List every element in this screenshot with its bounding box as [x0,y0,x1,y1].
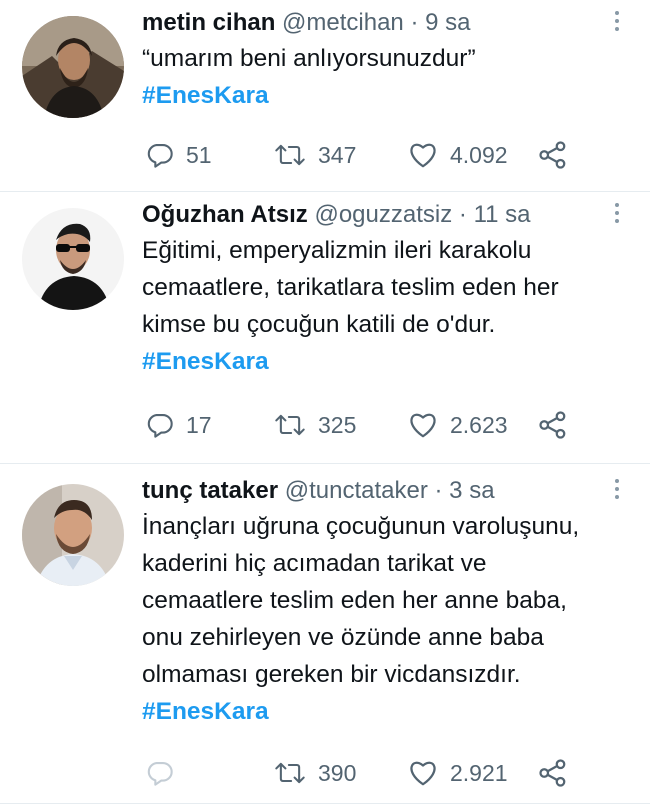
hashtag-link[interactable]: #EnesKara [142,77,630,114]
more-options-icon[interactable] [610,198,624,228]
heart-icon [408,759,438,787]
retweet-button[interactable]: 347 [274,135,356,175]
tweet-line: kaderini hiç acımadan tarikat ve [142,550,487,577]
reply-button[interactable] [146,753,186,793]
heart-icon [408,141,438,169]
like-count: 2.623 [450,411,508,438]
reply-count: 17 [186,411,212,438]
tweet-actions: 390 2.921 [142,753,582,793]
more-options-icon[interactable] [610,6,624,36]
display-name[interactable]: tunç tataker [142,477,278,504]
timestamp[interactable]: 11 sa [474,201,531,228]
tweet-3[interactable]: tunç tataker @tunctataker · 3 sa İnançla… [0,464,650,804]
retweet-count: 390 [318,759,357,786]
tweet-line: “umarım beni anlıyorsunuzdur” [142,45,476,72]
share-button[interactable] [538,405,568,445]
avatar[interactable] [22,16,124,118]
like-count: 4.092 [450,141,508,168]
retweet-count: 325 [318,411,357,438]
tweet-2[interactable]: Oğuzhan Atsız @oguzzatsiz · 11 sa Eğitim… [0,192,650,464]
share-icon [538,410,568,440]
share-button[interactable] [538,135,568,175]
user-handle[interactable]: @oguzzatsiz [314,201,452,228]
reply-icon [146,759,174,787]
tweet-line: kimse bu çocuğun katili de o'dur. [142,311,496,338]
avatar[interactable] [22,208,124,310]
user-handle[interactable]: @metcihan [282,9,404,36]
share-button[interactable] [538,753,568,793]
retweet-icon [274,759,306,787]
separator-dot: · [434,477,443,504]
tweet-header: metin cihan @metcihan · 9 sa [142,8,630,38]
reply-icon [146,411,174,439]
hashtag-link[interactable]: #EnesKara [142,343,630,380]
retweet-count: 347 [318,141,357,168]
reply-icon [146,141,174,169]
display-name[interactable]: Oğuzhan Atsız [142,201,308,228]
more-options-icon[interactable] [610,474,624,504]
avatar[interactable] [22,484,124,586]
reply-count: 51 [186,141,212,168]
like-count: 2.921 [450,759,508,786]
reply-button[interactable]: 51 [146,135,212,175]
like-button[interactable]: 2.623 [408,405,508,445]
tweet-text: Eğitimi, emperyalizmin ileri karakolu ce… [142,232,630,380]
share-icon [538,140,568,170]
tweet-header: Oğuzhan Atsız @oguzzatsiz · 11 sa [142,200,630,230]
separator-dot: · [458,201,467,228]
retweet-icon [274,141,306,169]
retweet-icon [274,411,306,439]
tweet-actions: 17 325 2.623 [142,405,582,445]
tweet-1[interactable]: metin cihan @metcihan · 9 sa “umarım ben… [0,0,650,192]
tweet-header: tunç tataker @tunctataker · 3 sa [142,476,630,506]
hashtag-link[interactable]: #EnesKara [142,693,630,730]
tweet-text: İnançları uğruna çocuğunun varoluşunu, k… [142,508,630,730]
reply-button[interactable]: 17 [146,405,212,445]
tweet-line: cemaatlere teslim eden her anne baba, [142,587,567,614]
timestamp[interactable]: 3 sa [449,477,494,504]
timestamp[interactable]: 9 sa [425,9,470,36]
user-handle[interactable]: @tunctataker [285,477,428,504]
display-name[interactable]: metin cihan [142,9,275,36]
separator-dot: · [410,9,419,36]
heart-icon [408,411,438,439]
tweet-line: olmaması gereken bir vicdansızdır. [142,661,521,688]
like-button[interactable]: 4.092 [408,135,508,175]
tweet-line: cemaatlere, tarikatlara teslim eden her [142,274,559,301]
like-button[interactable]: 2.921 [408,753,508,793]
tweet-line: Eğitimi, emperyalizmin ileri karakolu [142,237,532,264]
retweet-button[interactable]: 390 [274,753,356,793]
tweet-actions: 51 347 4.092 [142,135,582,175]
tweet-line: İnançları uğruna çocuğunun varoluşunu, [142,513,580,540]
share-icon [538,758,568,788]
tweet-line: onu zehirleyen ve özünde anne baba [142,624,544,651]
tweet-text: “umarım beni anlıyorsunuzdur” #EnesKara [142,40,630,114]
retweet-button[interactable]: 325 [274,405,356,445]
